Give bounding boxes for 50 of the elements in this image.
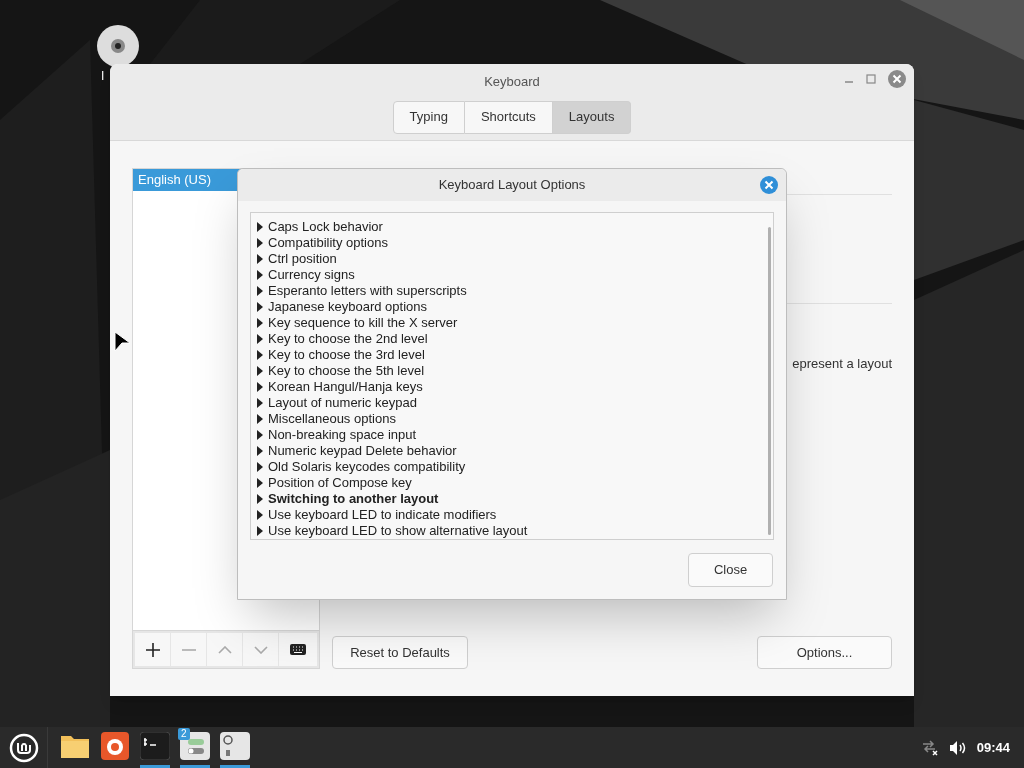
- tree-item-label[interactable]: Old Solaris keycodes compatibility: [268, 459, 466, 475]
- tree-item-label[interactable]: Use keyboard LED to indicate modifiers: [268, 507, 497, 523]
- tree-item-label[interactable]: Position of Compose key: [268, 475, 412, 491]
- folder-icon[interactable]: [60, 733, 90, 759]
- network-disconnected-icon[interactable]: [920, 739, 939, 756]
- tab[interactable]: Layouts: [552, 100, 632, 134]
- scrollbar[interactable]: [768, 227, 771, 535]
- terminal-icon[interactable]: [140, 732, 170, 760]
- tree-item-label[interactable]: Esperanto letters with superscripts: [268, 283, 467, 299]
- tree-item-label[interactable]: Miscellaneous options: [268, 411, 396, 427]
- tab[interactable]: Typing: [392, 100, 465, 134]
- description-text: epresent a layout: [792, 355, 892, 373]
- menu-logo-icon[interactable]: [8, 732, 39, 763]
- keyboard-icon: [290, 644, 306, 655]
- disc-icon[interactable]: [96, 24, 140, 68]
- tree-item-label[interactable]: Non-breaking space input: [268, 427, 417, 443]
- plus-icon: [145, 642, 160, 657]
- close-button[interactable]: Close: [688, 553, 773, 587]
- tree-item-label[interactable]: Korean Hangul/Hanja keys: [268, 379, 423, 395]
- keyboard-button[interactable]: [279, 633, 317, 666]
- browser-icon[interactable]: [101, 732, 129, 760]
- app-tile-icon[interactable]: [220, 732, 250, 760]
- tree-item-label[interactable]: Layout of numeric keypad: [268, 395, 417, 411]
- tree-item-label[interactable]: Ctrl position: [268, 251, 337, 267]
- tree-item-label[interactable]: Compatibility options: [268, 235, 388, 251]
- tree-item-label[interactable]: Use keyboard LED to show alternative layout: [268, 523, 528, 539]
- tree-item-label[interactable]: Japanese keyboard options: [268, 299, 427, 315]
- notification-badge: 2: [178, 728, 190, 740]
- tree-item-label[interactable]: Currency signs: [268, 267, 355, 283]
- minus-icon: [181, 648, 196, 651]
- close-icon[interactable]: [760, 176, 778, 194]
- options-button[interactable]: Options...: [757, 636, 892, 669]
- clock[interactable]: 09:44: [976, 737, 1010, 758]
- tree-item-label[interactable]: Key to choose the 3rd level: [268, 347, 425, 363]
- desktop-icon-label: I: [101, 69, 105, 83]
- tree-item-label[interactable]: Numeric keypad Delete behavior: [268, 443, 457, 459]
- tree-item-label[interactable]: Key to choose the 2nd level: [268, 331, 428, 347]
- add-button[interactable]: [135, 633, 170, 666]
- volume-icon[interactable]: [948, 739, 967, 756]
- close-icon[interactable]: [888, 70, 906, 88]
- chevron-up-icon: [217, 645, 232, 654]
- window-title: Keyboard: [484, 73, 540, 91]
- chevron-down-icon: [253, 645, 268, 654]
- dialog-title: Keyboard Layout Options: [438, 176, 586, 195]
- reset-to-defaults-button[interactable]: Reset to Defaults: [332, 636, 468, 669]
- tree-item-label[interactable]: Key sequence to kill the X server: [268, 315, 458, 331]
- tree-item-label[interactable]: Key to choose the 5th level: [268, 363, 425, 379]
- tree-item-label[interactable]: Caps Lock behavior: [268, 219, 383, 235]
- tab[interactable]: Shortcuts: [464, 100, 553, 134]
- tree-item-label[interactable]: Switching to another layout: [268, 491, 439, 507]
